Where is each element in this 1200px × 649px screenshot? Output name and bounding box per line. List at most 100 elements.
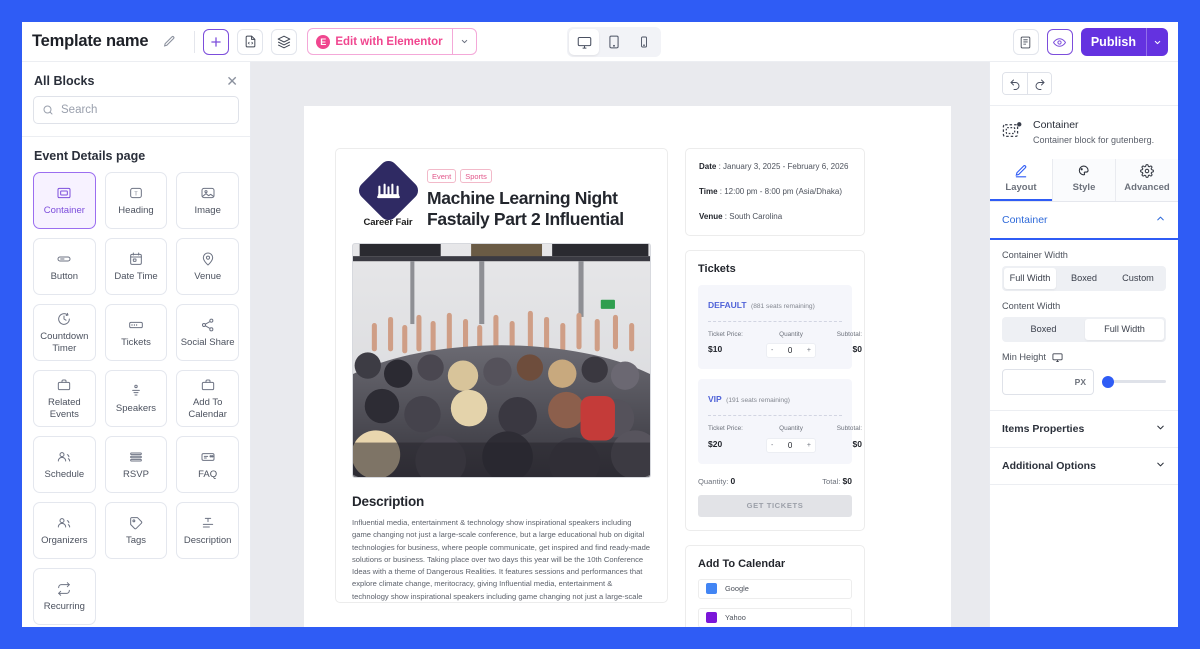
quantity-stepper[interactable]: - 0 + bbox=[766, 343, 816, 359]
chevron-down-icon[interactable] bbox=[451, 29, 476, 54]
chevron-up-icon[interactable] bbox=[1155, 213, 1166, 227]
calendar-item-google[interactable]: Google bbox=[698, 578, 852, 599]
chevron-down-icon[interactable] bbox=[1155, 422, 1166, 436]
event-time-line: Time : 12:00 pm - 8:00 pm (Asia/Dhaka) bbox=[699, 187, 843, 196]
slider-knob[interactable] bbox=[1102, 375, 1114, 388]
segment-boxed[interactable]: Boxed bbox=[1058, 268, 1110, 289]
event-side-column: Date : January 3, 2025 - February 6, 202… bbox=[685, 148, 865, 627]
decrement-button[interactable]: - bbox=[771, 442, 773, 449]
tab-style[interactable]: Style bbox=[1053, 158, 1116, 201]
block-card-add-to-calendar[interactable]: Add To Calendar bbox=[176, 370, 239, 427]
plus-icon[interactable] bbox=[203, 28, 230, 55]
tab-layout[interactable]: Layout bbox=[990, 158, 1053, 201]
list-view-icon[interactable] bbox=[1012, 29, 1039, 55]
tablet-icon[interactable] bbox=[599, 29, 629, 55]
toolbar-divider bbox=[194, 30, 196, 53]
increment-button[interactable]: + bbox=[807, 347, 811, 354]
briefcase-icon bbox=[56, 377, 72, 393]
file-code-icon[interactable] bbox=[237, 28, 264, 55]
search-box[interactable] bbox=[33, 96, 239, 124]
faq-icon bbox=[200, 449, 216, 465]
block-card-description[interactable]: Description bbox=[176, 502, 239, 559]
pencil-icon[interactable] bbox=[156, 28, 183, 55]
pencil-icon bbox=[1014, 164, 1028, 178]
min-height-slider[interactable] bbox=[1102, 375, 1166, 389]
quantity-stepper[interactable]: - 0 + bbox=[766, 437, 816, 453]
block-card-recurring[interactable]: Recurring bbox=[33, 568, 96, 625]
block-card-social-share[interactable]: Social Share bbox=[176, 304, 239, 361]
gear-icon bbox=[1140, 164, 1154, 179]
calendar-item-yahoo[interactable]: Yahoo bbox=[698, 607, 852, 627]
section-items-properties-header[interactable]: Items Properties bbox=[990, 411, 1178, 448]
quantity-value[interactable]: 0 bbox=[788, 346, 792, 355]
quantity-value[interactable]: 0 bbox=[788, 441, 792, 450]
share-icon bbox=[200, 317, 216, 333]
calendar-item-label: Google bbox=[725, 584, 749, 594]
clock-icon bbox=[56, 311, 72, 327]
close-icon[interactable]: ✕ bbox=[226, 74, 238, 88]
publish-button[interactable]: Publish bbox=[1080, 28, 1168, 56]
ticket-price-label: Ticket Price: bbox=[708, 425, 743, 433]
event-photo bbox=[352, 243, 651, 478]
segment-full-width[interactable]: Full Width bbox=[1004, 267, 1056, 289]
container-width-control: Container Width Full Width Boxed Custom bbox=[990, 240, 1178, 291]
button-icon bbox=[56, 251, 72, 267]
speaker-icon bbox=[128, 383, 144, 399]
blocks-grid: Container T Heading Image Button Date Time Ven… bbox=[22, 172, 250, 625]
redo-icon[interactable] bbox=[1027, 73, 1051, 94]
block-card-label: FAQ bbox=[198, 468, 218, 480]
edit-with-elementor-button[interactable]: E Edit with Elementor bbox=[307, 28, 477, 55]
total-label: Total: bbox=[822, 476, 841, 486]
segment-full-width[interactable]: Full Width bbox=[1085, 318, 1164, 340]
min-height-input[interactable]: PX bbox=[1002, 368, 1094, 395]
add-to-calendar-heading: Add To Calendar bbox=[698, 557, 786, 570]
block-card-venue[interactable]: Venue bbox=[176, 238, 239, 295]
block-card-label: Schedule bbox=[44, 468, 85, 480]
increment-button[interactable]: + bbox=[807, 442, 811, 449]
event-tag[interactable]: Sports bbox=[460, 169, 492, 183]
svg-text:T: T bbox=[134, 191, 138, 197]
event-logo: Career Fair bbox=[352, 157, 424, 228]
publish-label: Publish bbox=[1090, 35, 1136, 49]
block-card-container[interactable]: Container bbox=[33, 172, 96, 229]
get-tickets-button[interactable]: GET TICKETS bbox=[698, 494, 852, 517]
segment-boxed[interactable]: Boxed bbox=[1004, 319, 1083, 340]
desktop-icon[interactable] bbox=[1052, 352, 1063, 363]
block-card-faq[interactable]: FAQ bbox=[176, 436, 239, 493]
block-card-schedule[interactable]: Schedule bbox=[33, 436, 96, 493]
block-card-tickets[interactable]: Tickets bbox=[104, 304, 168, 361]
block-card-date-time[interactable]: Date Time bbox=[104, 238, 168, 295]
block-card-organizers[interactable]: Organizers bbox=[33, 502, 96, 559]
pin-icon bbox=[200, 251, 216, 267]
block-card-button[interactable]: Button bbox=[33, 238, 96, 295]
block-card-label: Heading bbox=[118, 204, 154, 216]
search-input[interactable] bbox=[61, 104, 230, 116]
desktop-icon[interactable] bbox=[569, 29, 599, 55]
publish-chevron-down-icon[interactable] bbox=[1146, 28, 1168, 56]
quantity-label: Quantity bbox=[779, 331, 803, 338]
section-additional-options-header[interactable]: Additional Options bbox=[990, 448, 1178, 485]
image-icon bbox=[200, 185, 216, 201]
chevron-down-icon[interactable] bbox=[1155, 459, 1166, 473]
block-card-countdown-timer[interactable]: Countdown Timer bbox=[33, 304, 96, 361]
block-card-rsvp[interactable]: RSVP bbox=[104, 436, 168, 493]
block-card-heading[interactable]: T Heading bbox=[104, 172, 168, 229]
section-container-header[interactable]: Container bbox=[990, 202, 1178, 240]
container-icon bbox=[56, 185, 72, 201]
undo-icon[interactable] bbox=[1003, 73, 1027, 94]
eye-icon[interactable] bbox=[1046, 29, 1073, 55]
event-tag[interactable]: Event bbox=[427, 169, 457, 183]
decrement-button[interactable]: - bbox=[771, 347, 773, 354]
block-card-speakers[interactable]: Speakers bbox=[104, 370, 168, 427]
segment-custom[interactable]: Custom bbox=[1112, 268, 1164, 289]
block-card-related-events[interactable]: Related Events bbox=[33, 370, 96, 427]
block-card-label: Container bbox=[43, 204, 85, 216]
conference-audience-image bbox=[353, 244, 650, 477]
block-card-image[interactable]: Image bbox=[176, 172, 239, 229]
mobile-icon[interactable] bbox=[629, 29, 659, 55]
tab-advanced[interactable]: Advanced bbox=[1116, 158, 1178, 201]
add-to-calendar-card: Add To Calendar Google Yahoo bbox=[685, 544, 865, 627]
layers-icon[interactable] bbox=[271, 28, 298, 55]
tier-price-col: Ticket Price: $20 bbox=[708, 424, 766, 448]
block-card-tags[interactable]: Tags bbox=[104, 502, 168, 559]
